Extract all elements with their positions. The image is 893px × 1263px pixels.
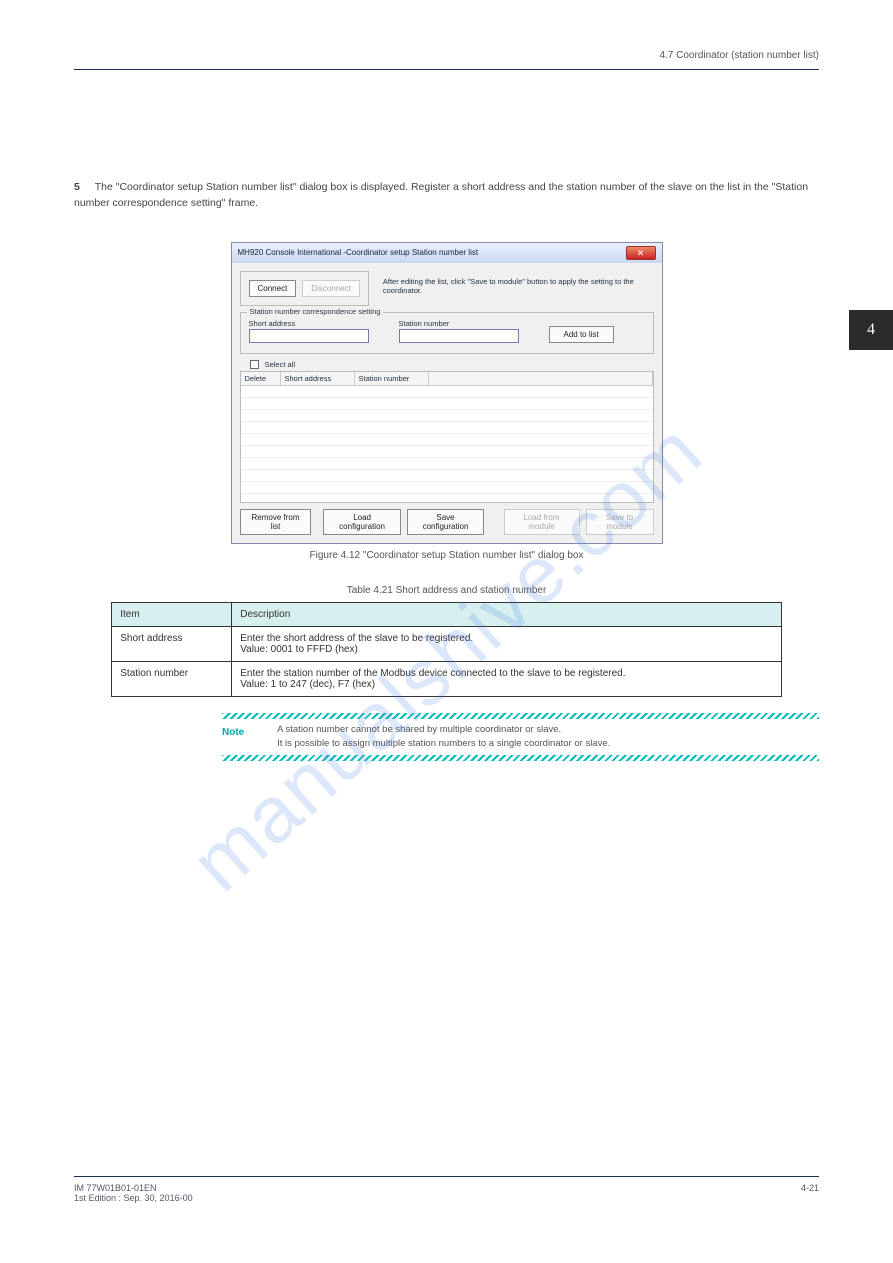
load-configuration-button[interactable]: Load configuration — [323, 509, 400, 535]
table-row — [241, 458, 653, 470]
cell-desc: Enter the station number of the Modbus d… — [232, 662, 782, 697]
step-number: 5 — [74, 180, 92, 196]
info-text: After editing the list, click "Save to m… — [377, 271, 654, 306]
select-all-checkbox[interactable]: Select all — [250, 360, 654, 370]
table-row — [241, 446, 653, 458]
th-item: Item — [112, 603, 232, 627]
cell-item: Station number — [112, 662, 232, 697]
col-station-number: Station number — [355, 372, 429, 385]
cell-item: Short address — [112, 627, 232, 662]
table-row: Station number Enter the station number … — [112, 662, 782, 697]
table-row — [241, 482, 653, 494]
station-list-grid[interactable]: Delete Short address Station number — [240, 371, 654, 503]
table-row — [241, 386, 653, 398]
note-body: A station number cannot be shared by mul… — [277, 723, 814, 751]
footer-left: IM 77W01B01-01EN 1st Edition : Sep. 30, … — [74, 1183, 801, 1203]
table-caption: Table 4.21 Short address and station num… — [74, 585, 819, 596]
grid-header: Delete Short address Station number — [241, 372, 653, 386]
step-paragraph: 5 The "Coordinator setup Station number … — [74, 180, 819, 212]
grid-rows — [241, 386, 653, 494]
table-row — [241, 434, 653, 446]
table-row — [241, 398, 653, 410]
add-to-list-button[interactable]: Add to list — [549, 326, 614, 343]
table-row — [241, 410, 653, 422]
side-tab-chapter: 4 — [849, 310, 893, 350]
select-all-label: Select all — [265, 360, 295, 369]
th-description: Description — [232, 603, 782, 627]
section-header: 4.7 Coordinator (station number list) — [74, 0, 819, 61]
note-block: Note A station number cannot be shared b… — [222, 713, 819, 761]
figure-caption: Figure 4.12 "Coordinator setup Station n… — [74, 550, 819, 561]
short-address-input[interactable] — [249, 329, 369, 343]
note-divider-top — [222, 713, 819, 719]
col-short-address: Short address — [281, 372, 355, 385]
connection-frame: Connect Disconnect — [240, 271, 369, 306]
save-to-module-button: Save to module — [586, 509, 654, 535]
cell-desc: Enter the short address of the slave to … — [232, 627, 782, 662]
spec-table: Item Description Short address Enter the… — [111, 602, 782, 697]
disconnect-button: Disconnect — [302, 280, 360, 297]
save-configuration-button[interactable]: Save configuration — [407, 509, 485, 535]
station-number-input[interactable] — [399, 329, 519, 343]
short-address-label: Short address — [249, 319, 369, 328]
window-title: MH920 Console International -Coordinator… — [238, 248, 626, 257]
table-row: Short address Enter the short address of… — [112, 627, 782, 662]
close-icon[interactable]: ✕ — [626, 246, 656, 260]
col-delete: Delete — [241, 372, 281, 385]
titlebar: MH920 Console International -Coordinator… — [232, 243, 662, 263]
station-correspondence-fieldset: Station number correspondence setting Sh… — [240, 312, 654, 354]
col-spacer — [429, 372, 653, 385]
footer-page-number: 4-21 — [801, 1183, 819, 1203]
load-from-module-button: Load from module — [504, 509, 580, 535]
fieldset-legend: Station number correspondence setting — [247, 307, 384, 316]
table-row — [241, 422, 653, 434]
table-row — [241, 470, 653, 482]
page-footer: IM 77W01B01-01EN 1st Edition : Sep. 30, … — [74, 1176, 819, 1203]
step-text: The "Coordinator setup Station number li… — [74, 181, 808, 209]
dialog-window: MH920 Console International -Coordinator… — [231, 242, 663, 545]
note-label: Note — [222, 723, 274, 742]
connect-button[interactable]: Connect — [249, 280, 297, 297]
remove-from-list-button[interactable]: Remove from list — [240, 509, 312, 535]
footer-divider — [74, 1176, 819, 1177]
note-divider-bottom — [222, 755, 819, 761]
station-number-label: Station number — [399, 319, 519, 328]
header-divider — [74, 69, 819, 70]
